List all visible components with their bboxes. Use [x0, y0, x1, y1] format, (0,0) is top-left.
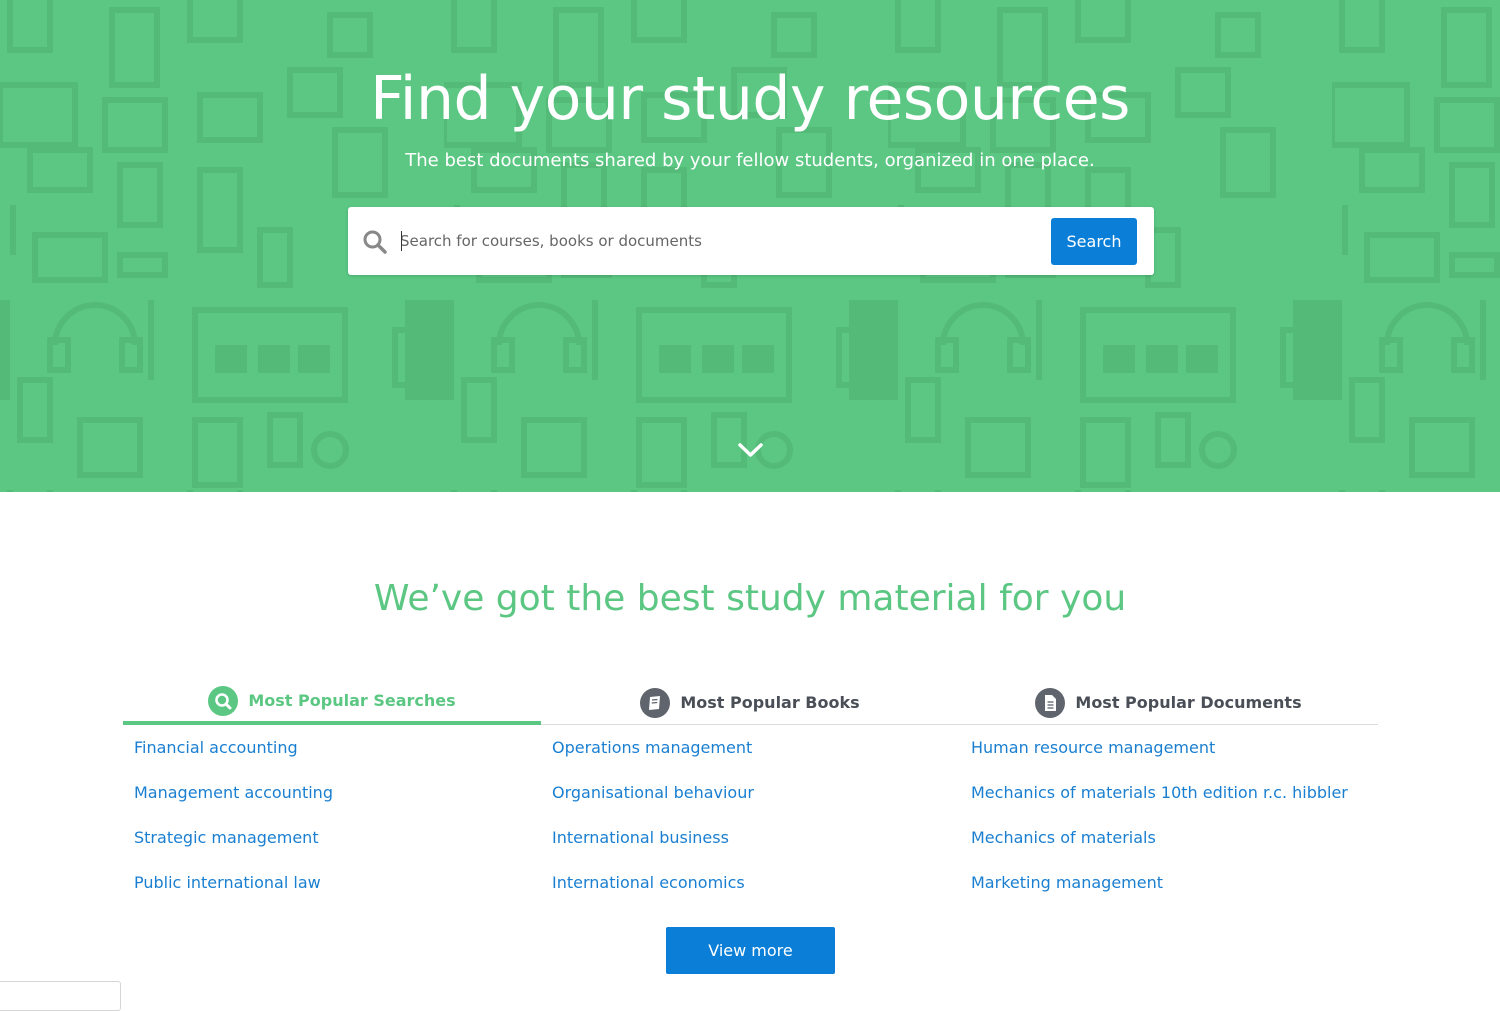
list-item-link[interactable]: Financial accounting	[134, 737, 552, 782]
tab-most-popular-books[interactable]: Most Popular Books	[541, 680, 959, 725]
list-item-link[interactable]: Public international law	[134, 872, 552, 917]
list-item-link[interactable]: Strategic management	[134, 827, 552, 872]
list-item-link[interactable]: Management accounting	[134, 782, 552, 827]
tab-most-popular-documents[interactable]: Most Popular Documents	[959, 680, 1378, 725]
page-title: Find your study resources	[370, 64, 1130, 134]
tab-label: Most Popular Books	[680, 693, 860, 712]
tab-label: Most Popular Documents	[1075, 693, 1302, 712]
list-item-link[interactable]: International economics	[552, 872, 970, 917]
list-item-link[interactable]: Marketing management	[971, 872, 1389, 917]
list-item-link[interactable]: Operations management	[552, 737, 970, 782]
search-input[interactable]	[400, 221, 1040, 261]
list-item-link[interactable]: Human resource management	[971, 737, 1389, 782]
list-item-link[interactable]: Organisational behaviour	[552, 782, 970, 827]
search-icon	[363, 230, 387, 254]
search-bar: Search	[348, 207, 1154, 275]
popular-searches-list: Financial accounting Management accounti…	[134, 737, 552, 917]
section-heading: We’ve got the best study material for yo…	[373, 578, 1127, 619]
corner-widget[interactable]	[0, 981, 121, 1011]
popular-documents-list: Human resource management Mechanics of m…	[971, 737, 1389, 917]
popular-books-list: Operations management Organisational beh…	[552, 737, 970, 917]
tab-label: Most Popular Searches	[248, 691, 456, 710]
search-button[interactable]: Search	[1051, 218, 1137, 265]
chevron-down-icon[interactable]	[737, 440, 764, 460]
page-subtitle: The best documents shared by your fellow…	[405, 150, 1095, 171]
popular-tabs: Most Popular Searches Most Popular Books…	[123, 680, 1378, 725]
list-item-link[interactable]: Mechanics of materials 10th edition r.c.…	[971, 782, 1389, 827]
view-more-button[interactable]: View more	[666, 927, 835, 974]
hero-banner: Find your study resources The best docum…	[0, 0, 1500, 492]
tab-most-popular-searches[interactable]: Most Popular Searches	[123, 680, 541, 725]
search-icon	[208, 685, 239, 716]
document-icon	[1035, 687, 1066, 718]
text-cursor	[401, 231, 402, 251]
list-item-link[interactable]: Mechanics of materials	[971, 827, 1389, 872]
book-icon	[640, 687, 671, 718]
list-item-link[interactable]: International business	[552, 827, 970, 872]
